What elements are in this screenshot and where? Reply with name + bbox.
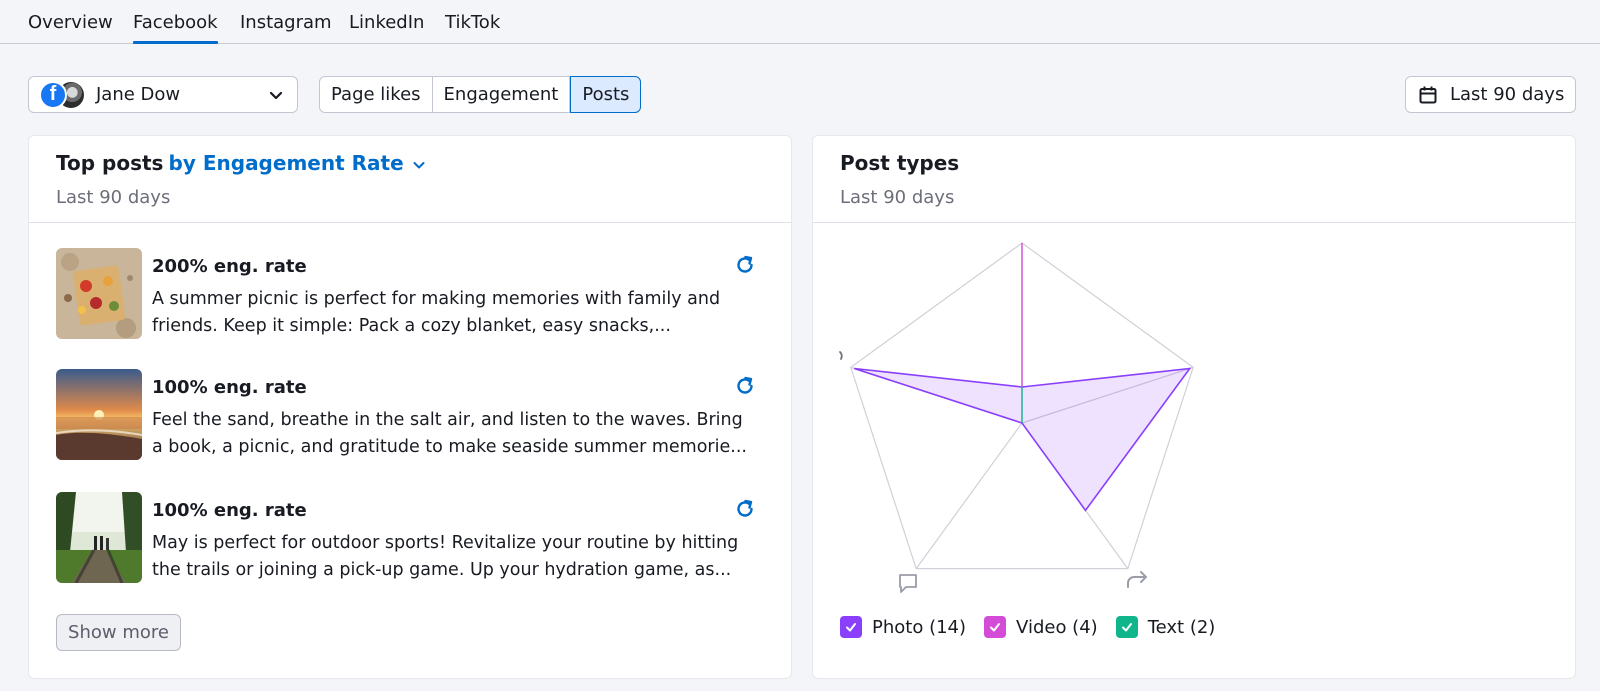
tab-tiktok[interactable]: TikTok	[445, 12, 500, 44]
post-item[interactable]: 100% eng. rate May is perfect for outdoo…	[56, 492, 756, 584]
legend-text[interactable]: Text (2)	[1115, 616, 1216, 638]
account-name: Jane Dow	[96, 84, 181, 105]
post-engagement-rate: 100% eng. rate	[152, 500, 307, 521]
post-thumbnail	[56, 248, 142, 339]
legend-label: Text (2)	[1147, 616, 1216, 638]
chevron-down-icon	[413, 161, 425, 168]
tab-overview[interactable]: Overview	[28, 12, 113, 44]
tab-facebook[interactable]: Facebook	[133, 12, 218, 44]
post-types-header: Post types Last 90 days	[813, 136, 1575, 223]
post-text-line: A summer picnic is perfect for making me…	[152, 289, 721, 309]
legend-label: Photo (14)	[872, 616, 967, 638]
post-types-legend: Photo (14) Video (4) Text (2)	[840, 616, 1233, 638]
legend-label: Video (4)	[1016, 616, 1098, 638]
metric-toggle: Page likes Engagement Posts	[319, 76, 642, 113]
engagement-button[interactable]: Engagement	[433, 77, 571, 112]
post-text: Feel the sand, breathe in the salt air, …	[152, 407, 752, 461]
post-engagement-rate: 200% eng. rate	[152, 256, 307, 277]
share-icon	[1127, 571, 1147, 588]
post-types-radar-chart	[839, 242, 1194, 593]
refresh-icon[interactable]	[734, 254, 756, 276]
tab-linkedin[interactable]: LinkedIn	[349, 12, 424, 44]
date-range-label: Last 90 days	[1450, 84, 1565, 105]
checkbox-checked-icon	[1115, 616, 1138, 638]
radar-axis-spoke	[915, 422, 1023, 569]
page-likes-button[interactable]: Page likes	[320, 77, 433, 112]
top-posts-title: Top posts	[56, 151, 164, 175]
post-thumbnail	[56, 369, 142, 460]
legend-photo[interactable]: Photo (14)	[840, 616, 966, 638]
sort-by-label: by Engagement Rate	[168, 151, 404, 175]
post-item[interactable]: 200% eng. rate A summer picnic is perfec…	[56, 248, 756, 340]
post-thumbnail	[56, 492, 142, 583]
refresh-icon[interactable]	[734, 375, 756, 397]
legend-video[interactable]: Video (4)	[984, 616, 1098, 638]
post-types-card: Post types Last 90 days Photo (14) Video…	[812, 135, 1576, 679]
post-types-title: Post types	[840, 151, 960, 175]
post-text: May is perfect for outdoor sports! Revit…	[152, 530, 752, 584]
top-posts-subtitle: Last 90 days	[56, 187, 171, 208]
date-range-button[interactable]: Last 90 days	[1405, 76, 1576, 113]
post-item[interactable]: 100% eng. rate Feel the sand, breathe in…	[56, 369, 756, 461]
post-engagement-rate: 100% eng. rate	[152, 377, 307, 398]
post-text-line: the trails or joining a pick-up game. Up…	[152, 560, 732, 580]
posts-button[interactable]: Posts	[570, 76, 642, 113]
post-text-line: a book, a picnic, and gratitude to make …	[152, 437, 747, 457]
post-text-line: May is perfect for outdoor sports! Revit…	[152, 533, 739, 553]
post-text-line: friends. Keep it simple: Pack a cozy bla…	[152, 316, 671, 336]
top-posts-card: Top posts by Engagement Rate Last 90 day…	[28, 135, 792, 679]
sort-by-dropdown[interactable]: by Engagement Rate	[169, 151, 427, 175]
comment-icon	[899, 574, 917, 593]
checkbox-checked-icon	[984, 616, 1007, 638]
refresh-icon[interactable]	[734, 498, 756, 520]
show-more-button[interactable]: Show more	[56, 614, 181, 651]
calendar-icon	[1419, 86, 1437, 103]
account-select[interactable]: f Jane Dow	[28, 76, 298, 113]
checkbox-checked-icon	[840, 616, 862, 638]
reach-icon	[839, 351, 843, 360]
post-types-subtitle: Last 90 days	[840, 187, 955, 208]
post-text-line: Feel the sand, breathe in the salt air, …	[152, 410, 743, 430]
post-text: A summer picnic is perfect for making me…	[152, 286, 752, 340]
platform-tabs: Overview Facebook Instagram LinkedIn Tik…	[0, 0, 1600, 44]
tab-instagram[interactable]: Instagram	[240, 12, 332, 44]
chevron-down-icon	[269, 91, 283, 100]
facebook-icon: f	[39, 80, 67, 109]
top-posts-header: Top posts by Engagement Rate Last 90 day…	[29, 136, 791, 223]
